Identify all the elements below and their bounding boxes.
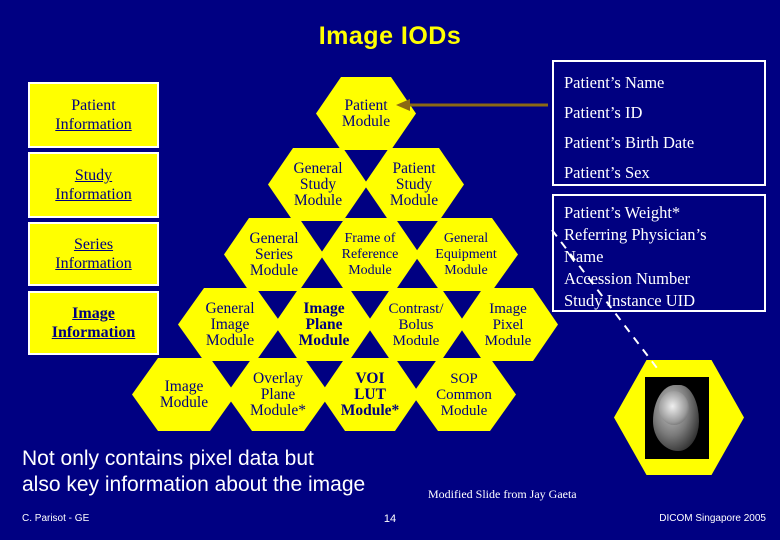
left-label-line2: Information <box>55 255 132 272</box>
hex-general-study-module: General Study Module <box>268 148 368 221</box>
hex-line: Plane <box>260 385 296 403</box>
hex-line: Module <box>341 112 391 130</box>
slide-credit: Modified Slide from Jay Gaeta <box>428 487 577 501</box>
hex-line: Reference <box>341 246 399 262</box>
attribute-line: Patient’s Weight* <box>564 203 681 222</box>
hex-line: Series <box>255 245 293 263</box>
attribute-line: Name <box>564 247 604 266</box>
bottom-caption-line1: Not only contains pixel data but <box>22 447 314 470</box>
attribute-line: Accession Number <box>564 269 691 288</box>
hex-line: LUT <box>354 385 386 403</box>
hex-line: Patient <box>344 96 388 114</box>
left-label-line2: Information <box>55 116 132 133</box>
panel-patient-attributes: Patient’s Name Patient’s ID Patient’s Bi… <box>552 60 766 186</box>
hex-line: Contrast/ <box>388 300 444 317</box>
hex-patient-study-module: Patient Study Module <box>364 148 464 221</box>
left-label-line1: Series <box>73 236 114 253</box>
slide-canvas: Image IODs Patient Information Study Inf… <box>0 0 780 540</box>
attribute-line: Patient’s Name <box>564 73 665 92</box>
footer-event: DICOM Singapore 2005 <box>659 513 766 524</box>
hex-line: Module <box>392 332 440 349</box>
attribute-line: Patient’s ID <box>564 103 643 122</box>
hex-line: Module <box>440 402 488 419</box>
hex-line: Equipment <box>435 246 497 262</box>
hex-patient-module: Patient Module <box>316 77 416 150</box>
hex-line: General <box>205 299 255 317</box>
hex-voi-lut-module: VOI LUT Module* <box>320 358 420 431</box>
hex-line: Image <box>164 377 204 395</box>
page-title: Image IODs <box>318 22 462 50</box>
hex-line: Study <box>299 175 337 193</box>
hex-line: Study <box>395 175 433 193</box>
attribute-line: Study Instance UID <box>564 291 696 310</box>
hex-line: Module <box>249 261 299 279</box>
hex-overlay-plane-module: Overlay Plane Module* <box>226 358 330 431</box>
hex-line: Frame of <box>344 230 396 246</box>
hex-frame-of-reference-module: Frame of Reference Module <box>320 218 420 291</box>
hex-line: Patient <box>392 159 436 177</box>
hex-line: General <box>293 159 343 177</box>
hex-line: Module <box>159 393 209 411</box>
attribute-line: Referring Physician’s <box>564 225 707 244</box>
attribute-line: Patient’s Birth Date <box>564 133 695 152</box>
left-label-study-information: Study Information <box>28 152 159 218</box>
hex-line: Image <box>303 299 345 317</box>
medical-scan-thumbnail <box>645 377 709 459</box>
hex-line: Module <box>298 331 350 349</box>
hex-line: SOP <box>450 370 478 387</box>
hex-line: Pixel <box>492 316 524 333</box>
panel-study-attributes: Patient’s Weight* Referring Physician’s … <box>552 194 766 312</box>
hex-general-equipment-module: General Equipment Module <box>414 218 518 291</box>
left-label-series-information: Series Information <box>28 222 159 286</box>
hex-line: Module <box>484 332 532 349</box>
left-label-line1: Study <box>74 167 113 184</box>
hex-line: VOI <box>355 369 385 387</box>
hex-general-series-module: General Series Module <box>224 218 324 291</box>
left-label-line2: Information <box>55 186 132 203</box>
hex-line: Module <box>348 262 392 278</box>
hex-sop-common-module: SOP Common Module <box>412 358 516 431</box>
hex-line: Plane <box>305 315 343 333</box>
attribute-line: Patient’s Sex <box>564 163 650 182</box>
left-label-line2: Information <box>51 324 136 341</box>
hex-line: General <box>249 229 299 247</box>
left-label-line1: Image <box>72 305 115 322</box>
hex-line: Image <box>210 315 250 333</box>
hex-line: Common <box>436 386 492 403</box>
left-label-image-information: Image Information <box>28 291 159 355</box>
hex-general-image-module: General Image Module <box>178 288 282 361</box>
hex-contrast-bolus-module: Contrast/ Bolus Module <box>366 288 466 361</box>
scan-skull-shape <box>659 391 689 425</box>
hex-line: Module <box>293 191 343 209</box>
hex-line: Module <box>389 191 439 209</box>
hex-image-module: Image Module <box>132 358 236 431</box>
left-label-patient-information: Patient Information <box>28 82 159 148</box>
left-label-line1: Patient <box>71 97 116 114</box>
hex-line: Module* <box>250 401 306 419</box>
hex-image-pixel-module: Image Pixel Module <box>458 288 558 361</box>
hex-line: Module <box>444 262 488 278</box>
hex-line: Image <box>489 300 527 317</box>
hex-line: Module* <box>340 401 400 419</box>
hex-line: General <box>443 230 489 246</box>
hex-image-plane-module: Image Plane Module <box>274 288 374 361</box>
hex-line: Bolus <box>398 316 434 333</box>
hex-line: Overlay <box>253 369 303 387</box>
hex-line: Module <box>205 331 255 349</box>
